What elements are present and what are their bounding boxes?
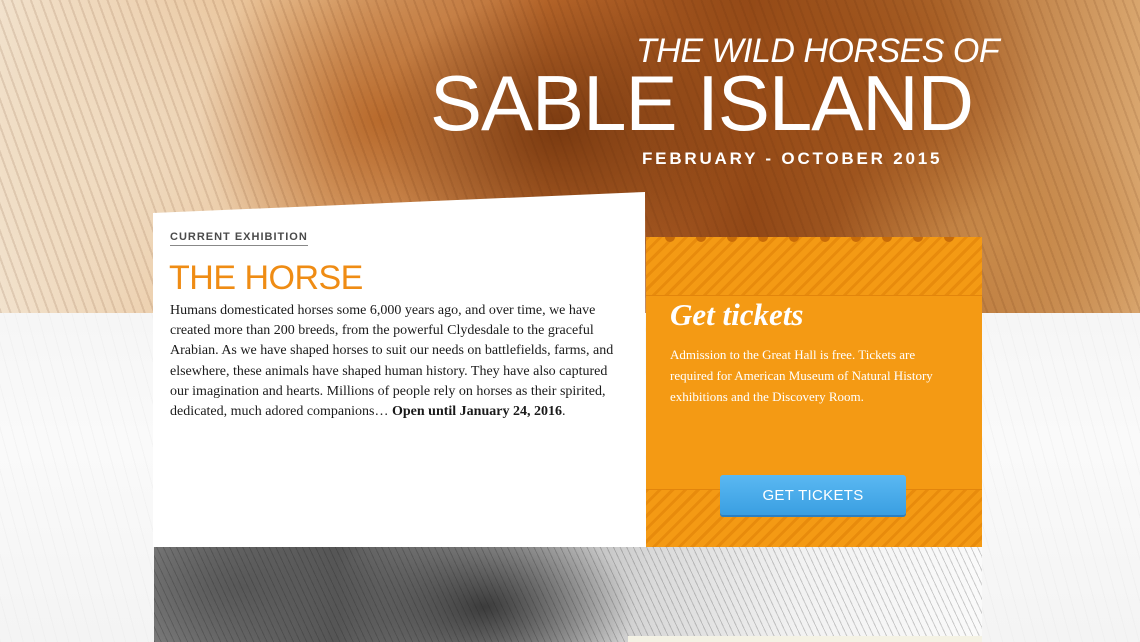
exhibition-description: Humans domesticated horses some 6,000 ye… bbox=[170, 301, 622, 422]
hero-title: SABLE ISLAND bbox=[430, 59, 974, 147]
ticket-divider-top bbox=[646, 295, 982, 296]
horse-mane-photo bbox=[154, 547, 982, 642]
tickets-heading: Get tickets bbox=[670, 297, 804, 332]
get-tickets-button[interactable]: GET TICKETS bbox=[720, 475, 906, 515]
exhibition-period: . bbox=[561, 404, 566, 420]
exhibition-body: Humans domesticated horses some 6,000 ye… bbox=[170, 303, 614, 420]
tickets-panel: Get tickets Admission to the Great Hall … bbox=[646, 237, 982, 547]
tickets-description: Admission to the Great Hall is free. Tic… bbox=[670, 347, 933, 404]
exhibition-eyebrow-link[interactable]: CURRENT EXHIBITION bbox=[170, 231, 308, 246]
hero-dates: FEBRUARY - OCTOBER 2015 bbox=[642, 149, 943, 168]
exhibition-open-until: Open until January 24, 2016 bbox=[391, 404, 562, 420]
exhibition-title[interactable]: THE HORSE bbox=[169, 259, 363, 298]
content-panel-edge bbox=[628, 636, 982, 642]
ticket-stripe-top bbox=[646, 237, 982, 295]
